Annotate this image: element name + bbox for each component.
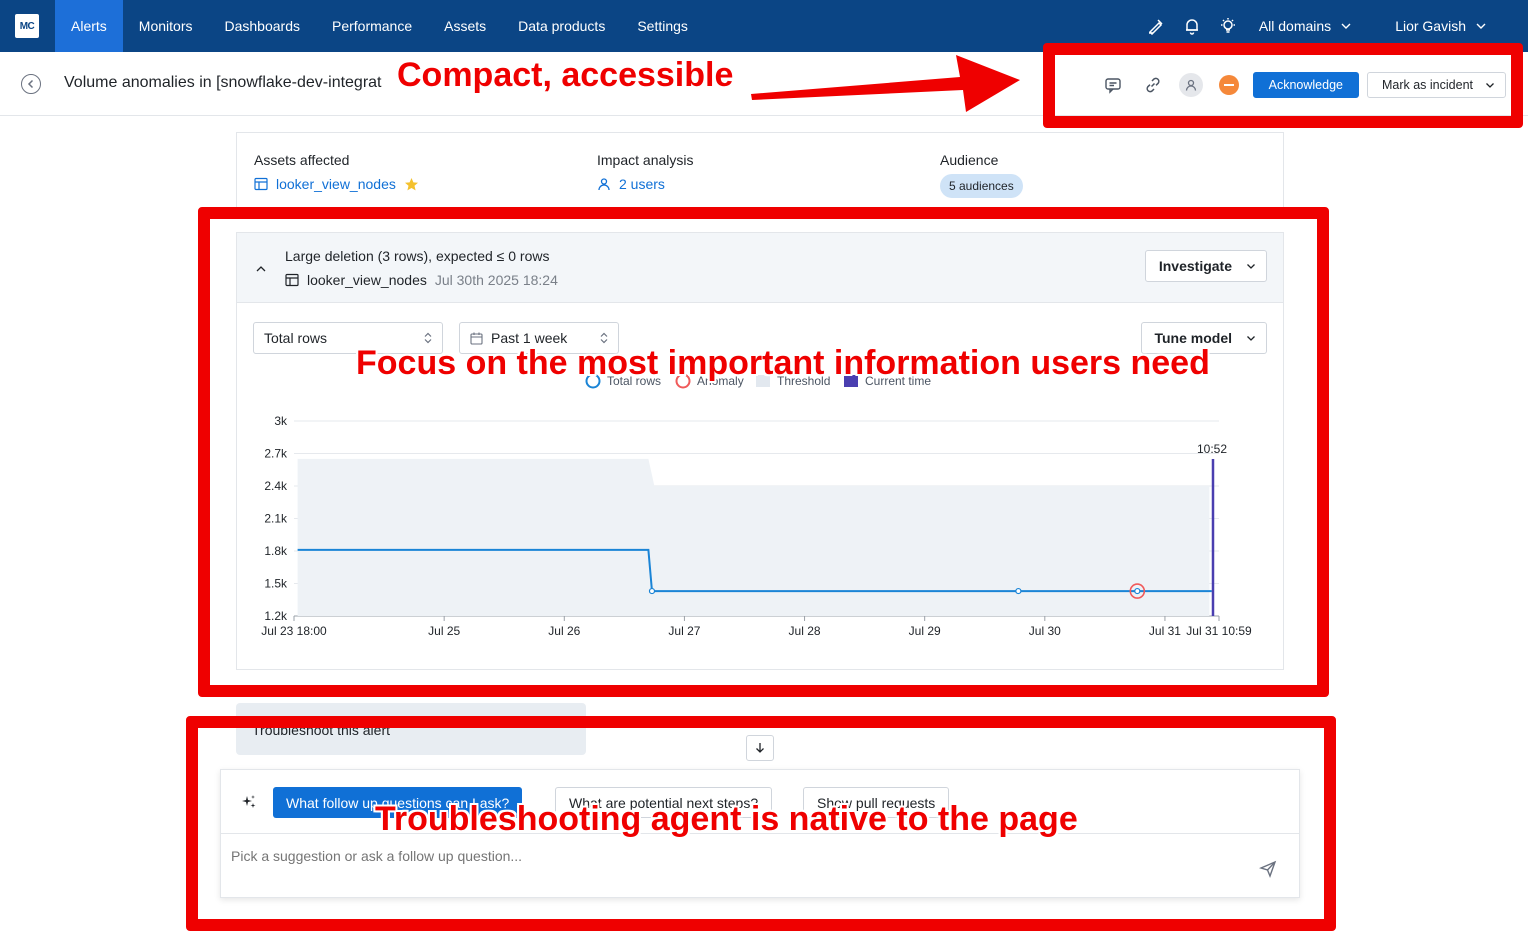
chevron-down-icon	[1341, 23, 1351, 29]
chevron-left-icon	[27, 79, 34, 89]
back-button[interactable]	[21, 74, 41, 94]
table-icon	[254, 177, 268, 191]
user-icon	[598, 178, 610, 191]
assets-affected: Assets affected looker_view_nodes	[254, 152, 419, 192]
mc-logo[interactable]: MC	[15, 14, 39, 38]
asset-name: looker_view_nodes	[276, 176, 396, 192]
user-menu[interactable]: Lior Gavish	[1395, 18, 1486, 34]
nav-performance[interactable]: Performance	[316, 0, 428, 52]
asset-link[interactable]: looker_view_nodes	[254, 176, 419, 192]
alert-info-card: Assets affected looker_view_nodes Impact…	[236, 132, 1284, 212]
audience-badge[interactable]: 5 audiences	[940, 174, 1023, 198]
nav-assets[interactable]: Assets	[428, 0, 502, 52]
annotation-top-text: Compact, accessible	[397, 56, 734, 94]
assets-affected-label: Assets affected	[254, 152, 350, 168]
lightbulb-icon[interactable]	[1219, 17, 1237, 35]
annotation-bottom-text: Troubleshooting agent is native to the p…	[375, 800, 1078, 838]
pen-ruler-icon[interactable]	[1147, 17, 1165, 35]
bell-icon[interactable]	[1183, 17, 1201, 35]
nav-monitors[interactable]: Monitors	[123, 0, 209, 52]
nav-settings[interactable]: Settings	[621, 0, 704, 52]
impact-analysis: Impact analysis 2 users	[597, 152, 693, 192]
nav-data-products[interactable]: Data products	[502, 0, 621, 52]
annotation-arrow-icon	[751, 55, 1020, 112]
impact-analysis-label: Impact analysis	[597, 152, 694, 168]
domain-select[interactable]: All domains	[1259, 18, 1351, 34]
annotation-box-middle	[198, 207, 1329, 697]
annotation-box-top	[1043, 43, 1523, 128]
annotation-middle-text: Focus on the most important information …	[356, 344, 1210, 382]
impact-users: 2 users	[619, 176, 665, 192]
star-icon	[404, 177, 418, 190]
audience-label: Audience	[940, 152, 999, 168]
user-name: Lior Gavish	[1395, 18, 1466, 34]
nav-dashboards[interactable]: Dashboards	[208, 0, 316, 52]
impact-users-link[interactable]: 2 users	[597, 176, 693, 192]
nav-alerts[interactable]: Alerts	[55, 0, 123, 52]
audience: Audience 5 audiences	[940, 152, 1023, 198]
chevron-down-icon	[1476, 23, 1486, 29]
domain-select-label: All domains	[1258, 18, 1332, 34]
nav-items: Alerts Monitors Dashboards Performance A…	[55, 0, 704, 52]
